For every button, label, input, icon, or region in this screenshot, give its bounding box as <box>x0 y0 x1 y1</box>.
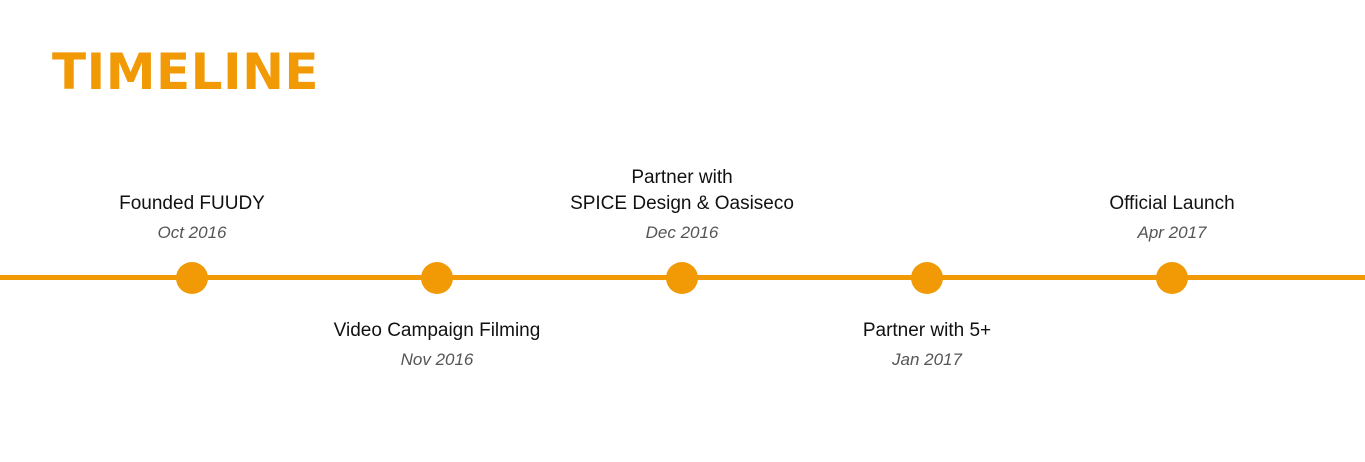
milestone-dot <box>666 262 698 294</box>
milestone-dot <box>421 262 453 294</box>
milestone-event: Video Campaign Filming <box>333 320 541 341</box>
timeline-page: TIMELINE Founded FUUDY Oct 2016 Video Ca… <box>0 0 1365 462</box>
milestone-label: Founded FUUDY Oct 2016 <box>22 191 362 244</box>
milestone-event: Founded FUUDY <box>119 193 265 214</box>
milestone-date: Jan 2017 <box>892 350 962 369</box>
milestone-label: Official Launch Apr 2017 <box>1002 191 1342 244</box>
milestone-label: Partner with SPICE Design & Oasiseco Dec… <box>512 165 852 244</box>
milestone-event: Partner with SPICE Design & Oasiseco <box>570 167 794 214</box>
milestone-label: Partner with 5+ Jan 2017 <box>757 318 1097 371</box>
milestone-label: Video Campaign Filming Nov 2016 <box>267 318 607 371</box>
milestone-event: Partner with 5+ <box>862 320 992 341</box>
milestone-dot <box>1156 262 1188 294</box>
milestone-date: Oct 2016 <box>157 223 227 242</box>
milestone-date: Nov 2016 <box>400 350 474 369</box>
page-title: TIMELINE <box>52 43 320 101</box>
milestone-dot <box>176 262 208 294</box>
milestone-dot <box>911 262 943 294</box>
milestone-date: Apr 2017 <box>1137 223 1207 242</box>
milestone-event: Official Launch <box>1109 193 1235 214</box>
milestone-date: Dec 2016 <box>645 223 719 242</box>
